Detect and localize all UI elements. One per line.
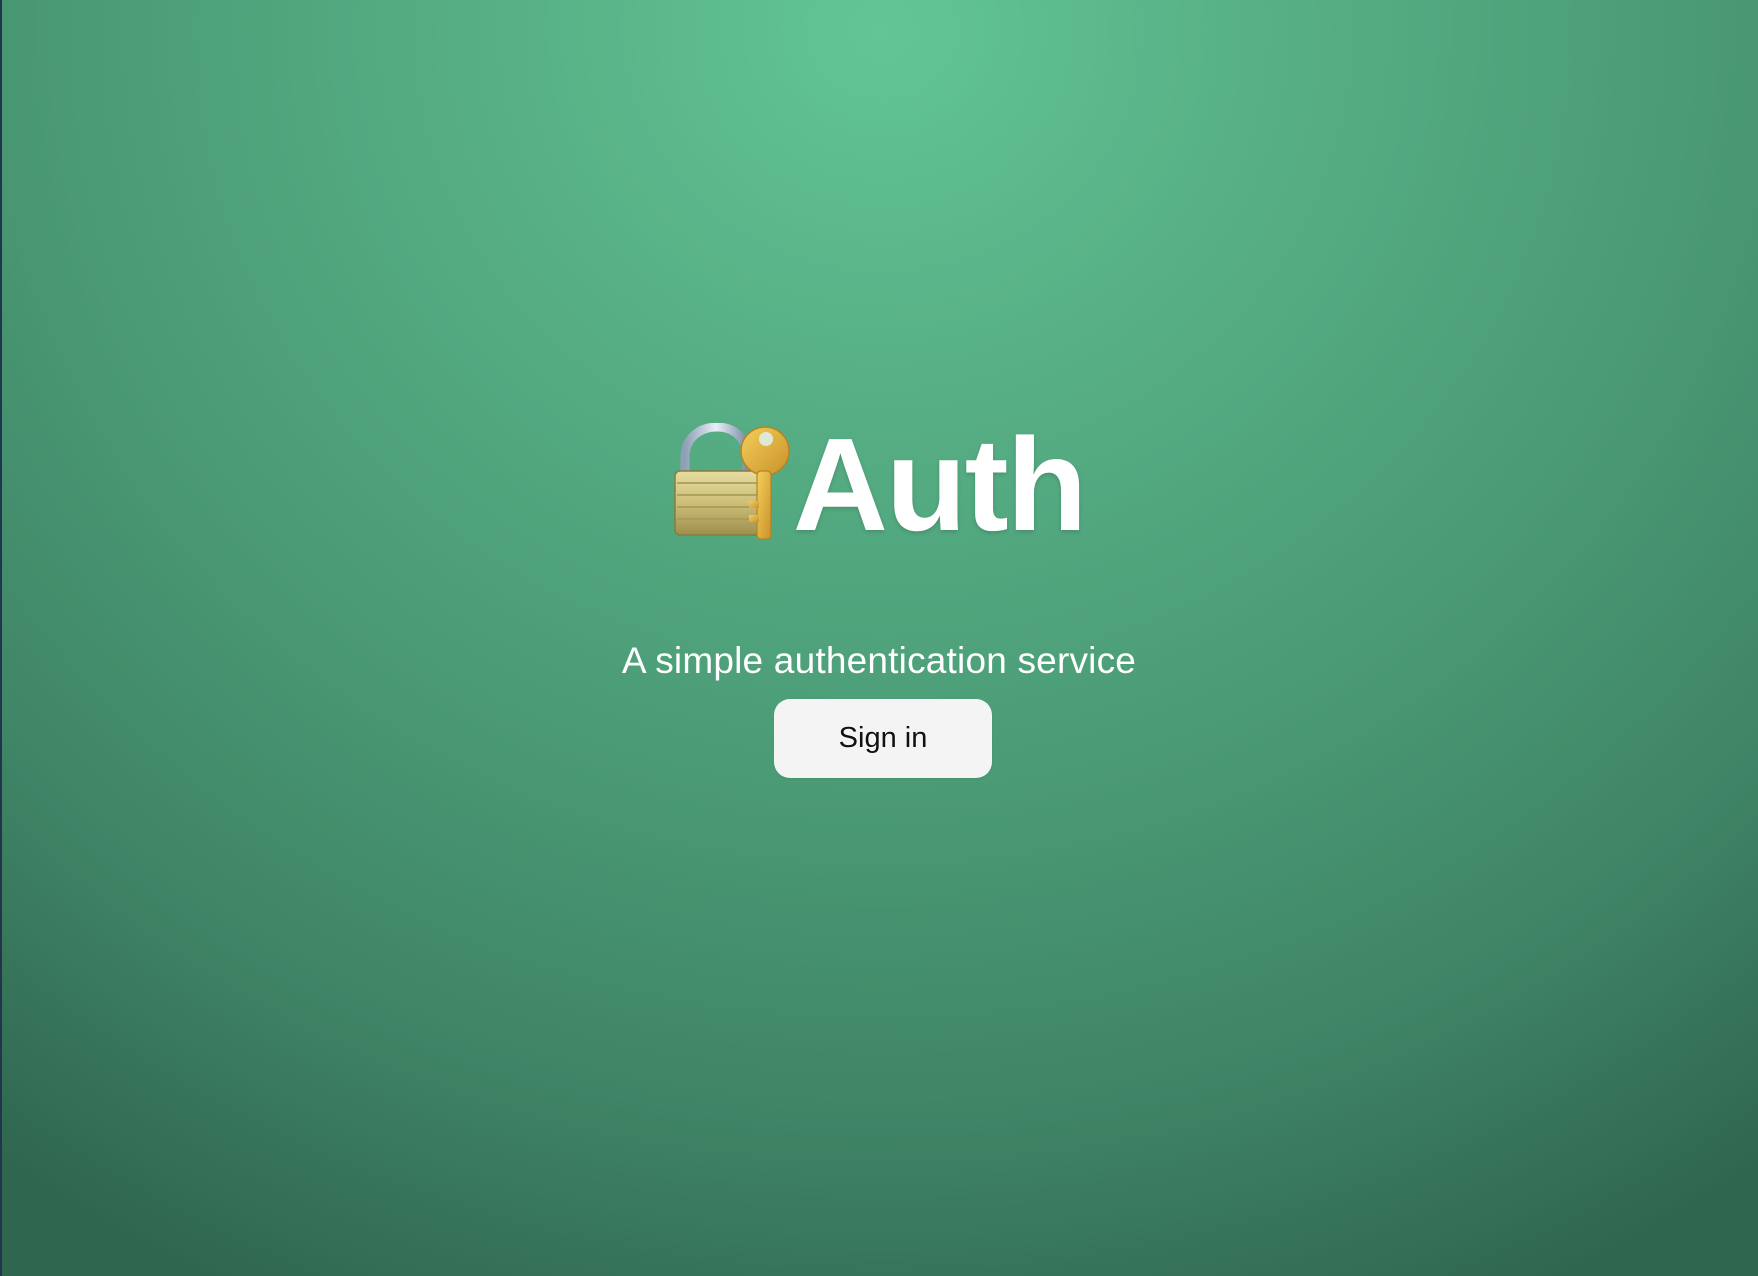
sign-in-button[interactable]: Sign in bbox=[774, 699, 992, 778]
landing-hero: Auth A simple authentication service Sig… bbox=[0, 0, 1758, 1276]
app-subtitle: A simple authentication service bbox=[621, 640, 1137, 681]
locked-with-key-icon bbox=[673, 422, 791, 543]
app-title: Auth bbox=[792, 411, 1088, 558]
brand-header: Auth bbox=[0, 411, 1758, 558]
